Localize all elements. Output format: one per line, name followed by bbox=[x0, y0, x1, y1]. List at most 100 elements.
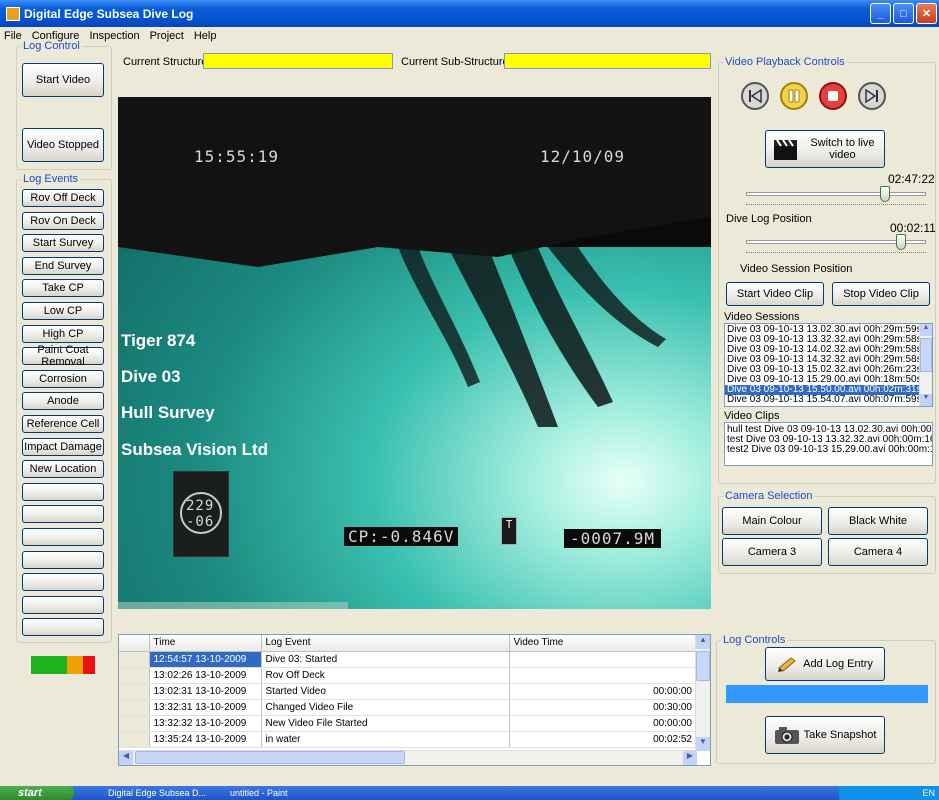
log-grid[interactable]: Time Log Event Video Time 12:54:57 13-10… bbox=[118, 634, 711, 766]
menu-help[interactable]: Help bbox=[194, 30, 217, 42]
grid-hscroll-thumb[interactable] bbox=[135, 751, 405, 764]
log-event-button-9[interactable]: Anode bbox=[22, 392, 104, 410]
app-icon bbox=[6, 6, 20, 21]
log-event-button-8[interactable]: Corrosion bbox=[22, 370, 104, 388]
log-event-button-11[interactable]: Impact Damage bbox=[22, 438, 104, 456]
stop-video-clip-button[interactable]: Stop Video Clip bbox=[832, 282, 930, 306]
table-row[interactable]: 13:32:32 13-10-2009 New Video File Starte… bbox=[119, 715, 697, 732]
row-header[interactable] bbox=[119, 731, 150, 748]
cell-time: 13:02:26 13-10-2009 bbox=[149, 667, 262, 684]
log-event-button-5[interactable]: Low CP bbox=[22, 302, 104, 320]
row-header[interactable] bbox=[119, 667, 150, 684]
log-event-button-18[interactable] bbox=[22, 596, 104, 614]
maximize-button[interactable]: □ bbox=[893, 3, 914, 24]
overlay-line-1: Tiger 874 bbox=[121, 331, 196, 350]
grid-col-video-time[interactable]: Video Time bbox=[509, 635, 697, 652]
log-event-button-15[interactable] bbox=[22, 528, 104, 546]
log-event-button-14[interactable] bbox=[22, 505, 104, 523]
bottom-artifact bbox=[118, 602, 348, 609]
video-clips-list[interactable]: hull test Dive 03 09-10-13 13.02.30.avi … bbox=[724, 422, 933, 466]
dive-log-slider[interactable] bbox=[746, 186, 926, 212]
close-button[interactable]: ✕ bbox=[916, 3, 937, 24]
add-log-entry-button[interactable]: Add Log Entry bbox=[765, 647, 885, 681]
log-event-button-12[interactable]: New Location bbox=[22, 460, 104, 478]
session-slider[interactable] bbox=[746, 234, 926, 260]
dive-log-thumb[interactable] bbox=[880, 186, 890, 202]
dive-log-label: Dive Log Position bbox=[726, 213, 812, 225]
video-clip-item[interactable]: test2 Dive 03 09-10-13 15.29.00.avi 00h:… bbox=[725, 445, 932, 455]
sessions-scrollbar[interactable]: ▲ ▼ bbox=[919, 324, 932, 406]
t-marker-icon: T bbox=[501, 517, 517, 545]
log-event-button-1[interactable]: Rov On Deck bbox=[22, 212, 104, 230]
video-session-item[interactable]: Dive 03 09-10-13 15.54.07.avi 00h:07m:59… bbox=[725, 395, 922, 405]
skip-back-icon[interactable] bbox=[741, 82, 769, 110]
current-structure-field[interactable] bbox=[203, 53, 393, 69]
log-event-button-19[interactable] bbox=[22, 618, 104, 636]
log-event-button-16[interactable] bbox=[22, 551, 104, 569]
log-event-button-7[interactable]: Paint Coat Removal bbox=[22, 344, 104, 368]
row-header[interactable] bbox=[119, 715, 150, 732]
log-event-button-2[interactable]: Start Survey bbox=[22, 234, 104, 252]
grid-vscrollbar[interactable]: ▲ ▼ bbox=[695, 635, 710, 751]
cell-log-event: Changed Video File bbox=[261, 699, 510, 716]
session-thumb[interactable] bbox=[896, 234, 906, 250]
log-event-button-13[interactable] bbox=[22, 483, 104, 501]
current-structure-label: Current Structure: bbox=[123, 56, 211, 68]
log-event-button-3[interactable]: End Survey bbox=[22, 257, 104, 275]
take-snapshot-button[interactable]: Take Snapshot bbox=[765, 716, 885, 754]
overlay-line-2: Dive 03 bbox=[121, 367, 181, 386]
taskbar-item-dive-log[interactable]: Digital Edge Subsea D... bbox=[92, 787, 206, 799]
log-event-button-6[interactable]: High CP bbox=[22, 325, 104, 343]
taskbar-item-paint[interactable]: untitled - Paint bbox=[214, 787, 288, 799]
scroll-down-icon[interactable]: ▼ bbox=[920, 394, 932, 406]
video-sessions-list[interactable]: ▲ ▼ Dive 03 09-10-13 13.02.30.avi 00h:29… bbox=[724, 323, 933, 407]
row-header[interactable] bbox=[119, 699, 150, 716]
dive-log-ticks bbox=[746, 204, 926, 207]
log-event-button-10[interactable]: Reference Cell bbox=[22, 415, 104, 433]
camera-3-button[interactable]: Camera 3 bbox=[722, 538, 822, 566]
switch-live-video-button[interactable]: Switch to live video bbox=[765, 130, 885, 168]
sessions-scroll-thumb[interactable] bbox=[920, 338, 932, 372]
scroll-left-icon[interactable]: ◀ bbox=[119, 751, 133, 765]
stop-icon[interactable] bbox=[819, 82, 847, 110]
grid-vscroll-thumb[interactable] bbox=[696, 651, 710, 681]
scroll-up-icon[interactable]: ▲ bbox=[920, 324, 932, 336]
grid-hscrollbar[interactable]: ◀ ▶ bbox=[119, 750, 697, 765]
start-video-button[interactable]: Start Video bbox=[22, 63, 104, 97]
scroll-up-icon[interactable]: ▲ bbox=[696, 635, 710, 649]
minimize-button[interactable]: _ bbox=[870, 3, 891, 24]
log-event-button-0[interactable]: Rov Off Deck bbox=[22, 189, 104, 207]
menu-project[interactable]: Project bbox=[150, 30, 184, 42]
grid-col-log-event[interactable]: Log Event bbox=[261, 635, 510, 652]
skip-forward-icon[interactable] bbox=[858, 82, 886, 110]
start-button[interactable]: start bbox=[0, 786, 74, 800]
video-feed[interactable]: 15:55:19 12/10/09 Tiger 874 Dive 03 Hull… bbox=[118, 97, 711, 609]
camera-icon bbox=[774, 727, 799, 744]
table-row[interactable]: 13:02:31 13-10-2009 Started Video 00:00:00 bbox=[119, 683, 697, 700]
scroll-right-icon[interactable]: ▶ bbox=[683, 751, 697, 765]
current-sub-structure-field[interactable] bbox=[504, 53, 711, 69]
table-row[interactable]: 13:35:24 13-10-2009 in water 00:02:52 bbox=[119, 731, 697, 748]
pause-icon[interactable] bbox=[780, 82, 808, 110]
osd-depth-reading: -0007.9M bbox=[564, 529, 662, 548]
start-video-clip-button[interactable]: Start Video Clip bbox=[726, 282, 824, 306]
video-stopped-button[interactable]: Video Stopped bbox=[22, 128, 104, 162]
pencil-icon bbox=[778, 657, 796, 672]
log-event-button-17[interactable] bbox=[22, 573, 104, 591]
log-event-button-4[interactable]: Take CP bbox=[22, 279, 104, 297]
table-row[interactable]: 13:32:31 13-10-2009 Changed Video File 00:… bbox=[119, 699, 697, 716]
row-header[interactable] bbox=[119, 683, 150, 700]
log-controls-legend: Log Controls bbox=[723, 634, 786, 646]
row-header[interactable] bbox=[119, 651, 150, 668]
camera-black-white-button[interactable]: Black White bbox=[828, 507, 928, 535]
tray-language[interactable]: EN bbox=[922, 788, 935, 798]
camera-4-button[interactable]: Camera 4 bbox=[828, 538, 928, 566]
overlay-line-3: Hull Survey bbox=[121, 403, 215, 422]
cell-log-event: Dive 03: Started bbox=[261, 651, 510, 668]
scroll-down-icon[interactable]: ▼ bbox=[696, 737, 710, 751]
table-row[interactable]: 13:02:26 13-10-2009 Rov Off Deck bbox=[119, 667, 697, 684]
grid-col-time[interactable]: Time bbox=[149, 635, 262, 652]
table-row[interactable]: 12:54:57 13-10-2009 Dive 03: Started bbox=[119, 651, 697, 668]
camera-main-colour-button[interactable]: Main Colour bbox=[722, 507, 822, 535]
session-time: 00:02:11 bbox=[890, 221, 936, 235]
